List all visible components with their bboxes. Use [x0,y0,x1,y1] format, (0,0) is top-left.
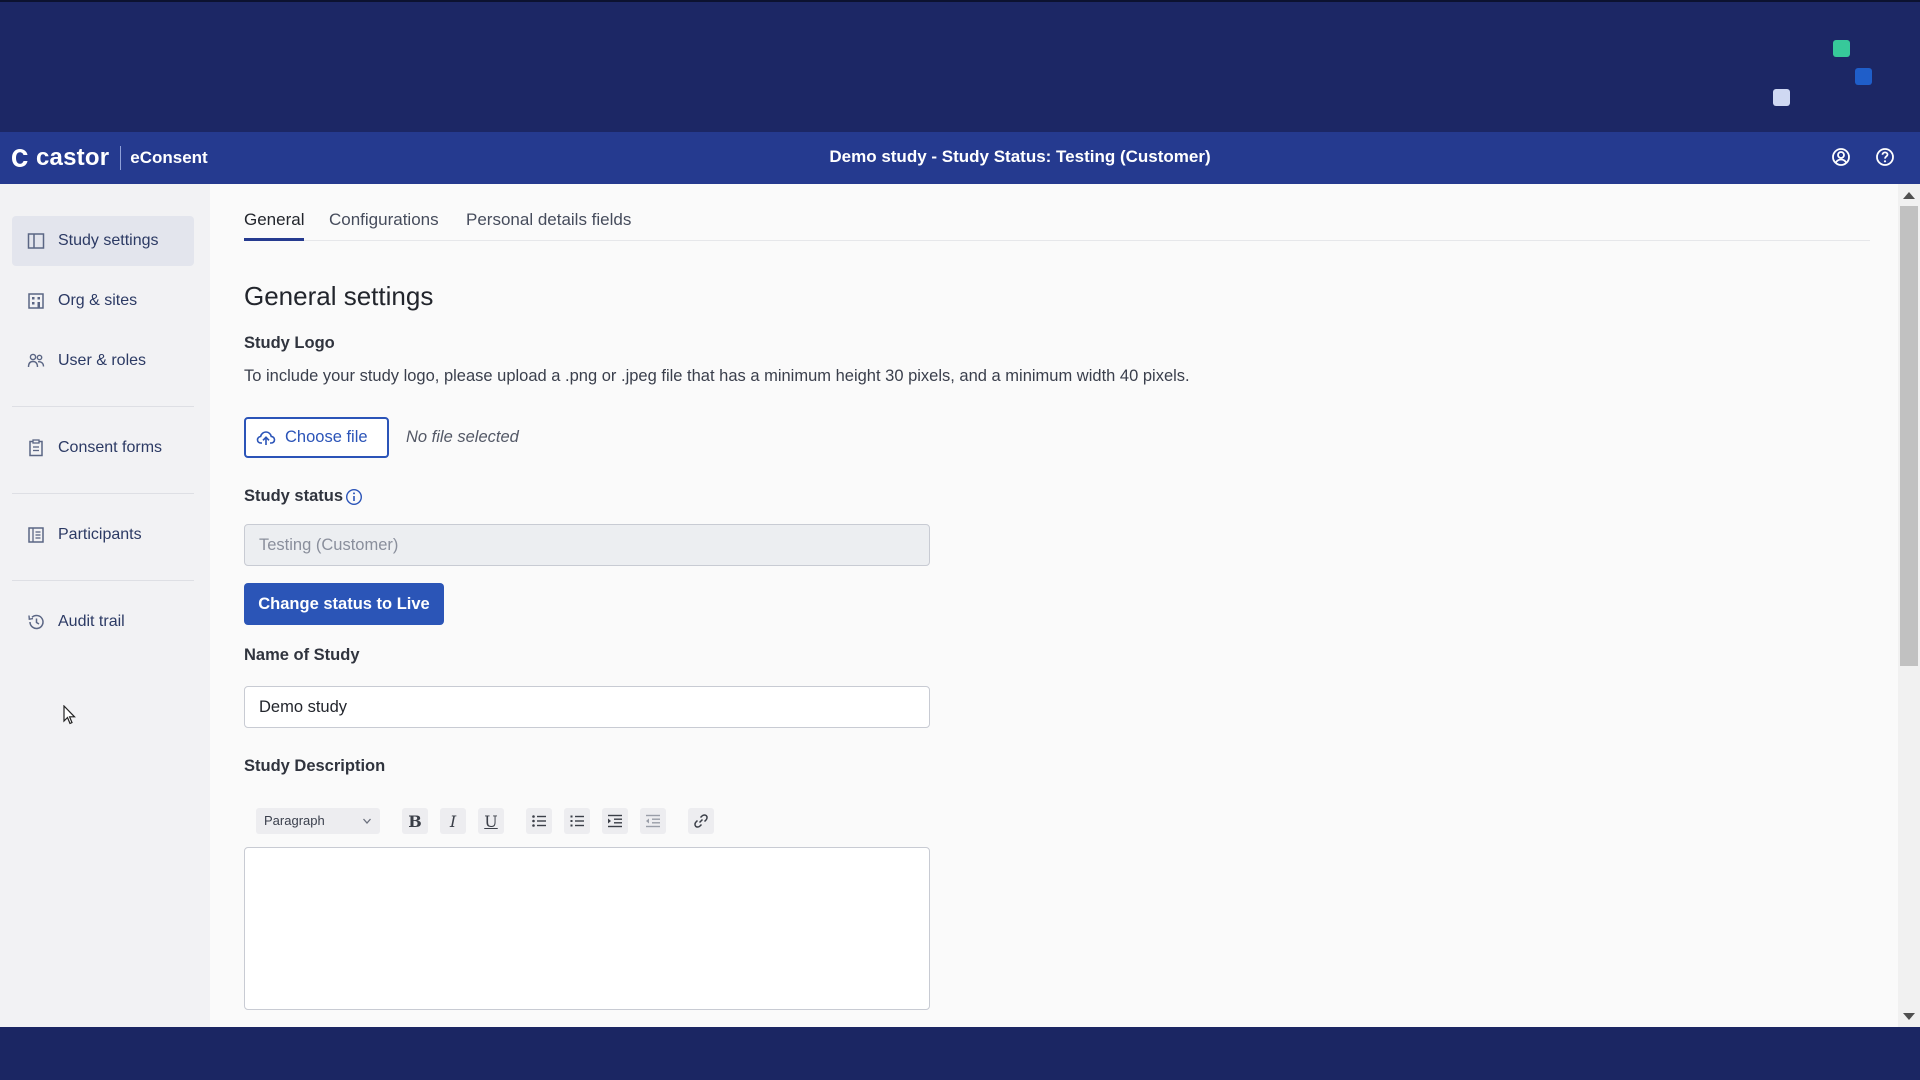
sidebar-item-org-sites[interactable]: Org & sites [12,276,194,326]
bold-icon: B [408,811,422,831]
scrollbar[interactable] [1898,184,1920,1027]
building-icon [28,293,44,309]
mouse-cursor-icon [63,705,76,725]
top-band [0,0,1920,132]
indent-button[interactable] [602,808,628,834]
layout-icon [27,233,45,249]
sidebar-item-audit-trail[interactable]: Audit trail [12,597,194,647]
history-icon [28,614,44,630]
indent-icon [608,814,622,828]
outdent-button[interactable] [640,808,666,834]
decor-square-light [1773,89,1790,106]
bottom-band [0,1027,1920,1080]
page-title: General settings [244,281,434,311]
scroll-down-arrow-icon[interactable] [1903,1013,1915,1020]
study-status-field: Testing (Customer) [244,524,930,566]
decor-square-green [1833,40,1850,57]
app-header: castor eConsent Demo study - Study Statu… [0,132,1920,184]
tab-bar: General Configurations Personal details … [244,210,1870,241]
study-name-input[interactable]: Demo study [244,686,930,728]
sidebar-item-consent-forms[interactable]: Consent forms [12,423,194,473]
scroll-up-arrow-icon[interactable] [1903,192,1915,199]
scrollbar-thumb[interactable] [1900,206,1918,666]
underline-icon: U [484,811,498,831]
change-status-button[interactable]: Change status to Live [244,583,444,625]
users-icon [27,353,45,368]
italic-icon: I [449,811,457,831]
underline-button[interactable]: U [478,808,504,834]
bold-button[interactable]: B [402,808,428,834]
tab-general[interactable]: General [244,210,305,241]
choose-file-button[interactable]: Choose file [244,417,389,458]
study-description-editor[interactable] [244,847,930,1010]
study-status-label: Study status [244,487,344,505]
sidebar-item-label: Org & sites [58,292,138,309]
help-icon[interactable] [1874,146,1896,168]
sidebar-item-participants[interactable]: Participants [12,510,194,560]
numbered-list-icon [570,815,584,827]
sidebar-item-label: Audit trail [58,613,125,630]
sidebar-item-user-roles[interactable]: User & roles [12,336,194,386]
outdent-icon [646,814,660,828]
sidebar-divider [12,580,194,581]
editor-toolbar: Paragraph B I U [256,808,726,834]
study-logo-label: Study Logo [244,334,335,352]
decor-square-blue [1855,68,1872,85]
paragraph-format-value: Paragraph [264,813,325,828]
account-icon[interactable] [1830,146,1852,168]
content-area: Study settings Org & sites User & roles … [0,184,1920,1027]
numbered-list-button[interactable] [564,808,590,834]
sidebar: Study settings Org & sites User & roles … [0,184,210,1027]
no-file-text: No file selected [406,428,519,446]
link-button[interactable] [688,808,714,834]
sidebar-item-label: Consent forms [58,439,163,456]
sidebar-item-label: Study settings [58,232,159,249]
sidebar-divider [12,406,194,407]
sidebar-item-label: Participants [58,526,142,543]
sidebar-item-label: User & roles [58,352,147,369]
main-panel: General Configurations Personal details … [244,184,1870,1027]
bulleted-list-button[interactable] [526,808,552,834]
italic-button[interactable]: I [440,808,466,834]
study-name-label: Name of Study [244,646,360,664]
chevron-down-icon [363,818,371,824]
cloud-upload-icon [256,430,276,445]
tab-configurations[interactable]: Configurations [329,210,439,241]
choose-file-label: Choose file [285,428,368,446]
info-icon[interactable] [345,488,363,506]
sidebar-divider [12,493,194,494]
link-icon [694,814,708,828]
list-icon [28,527,44,543]
clipboard-icon [29,439,43,457]
bulleted-list-icon [532,815,546,827]
study-logo-help: To include your study logo, please uploa… [244,367,1190,385]
tab-personal-details-fields[interactable]: Personal details fields [466,210,631,241]
study-title: Demo study - Study Status: Testing (Cust… [829,147,1211,166]
study-description-label: Study Description [244,757,386,775]
paragraph-format-select[interactable]: Paragraph [256,808,380,834]
sidebar-item-study-settings[interactable]: Study settings [12,216,194,266]
